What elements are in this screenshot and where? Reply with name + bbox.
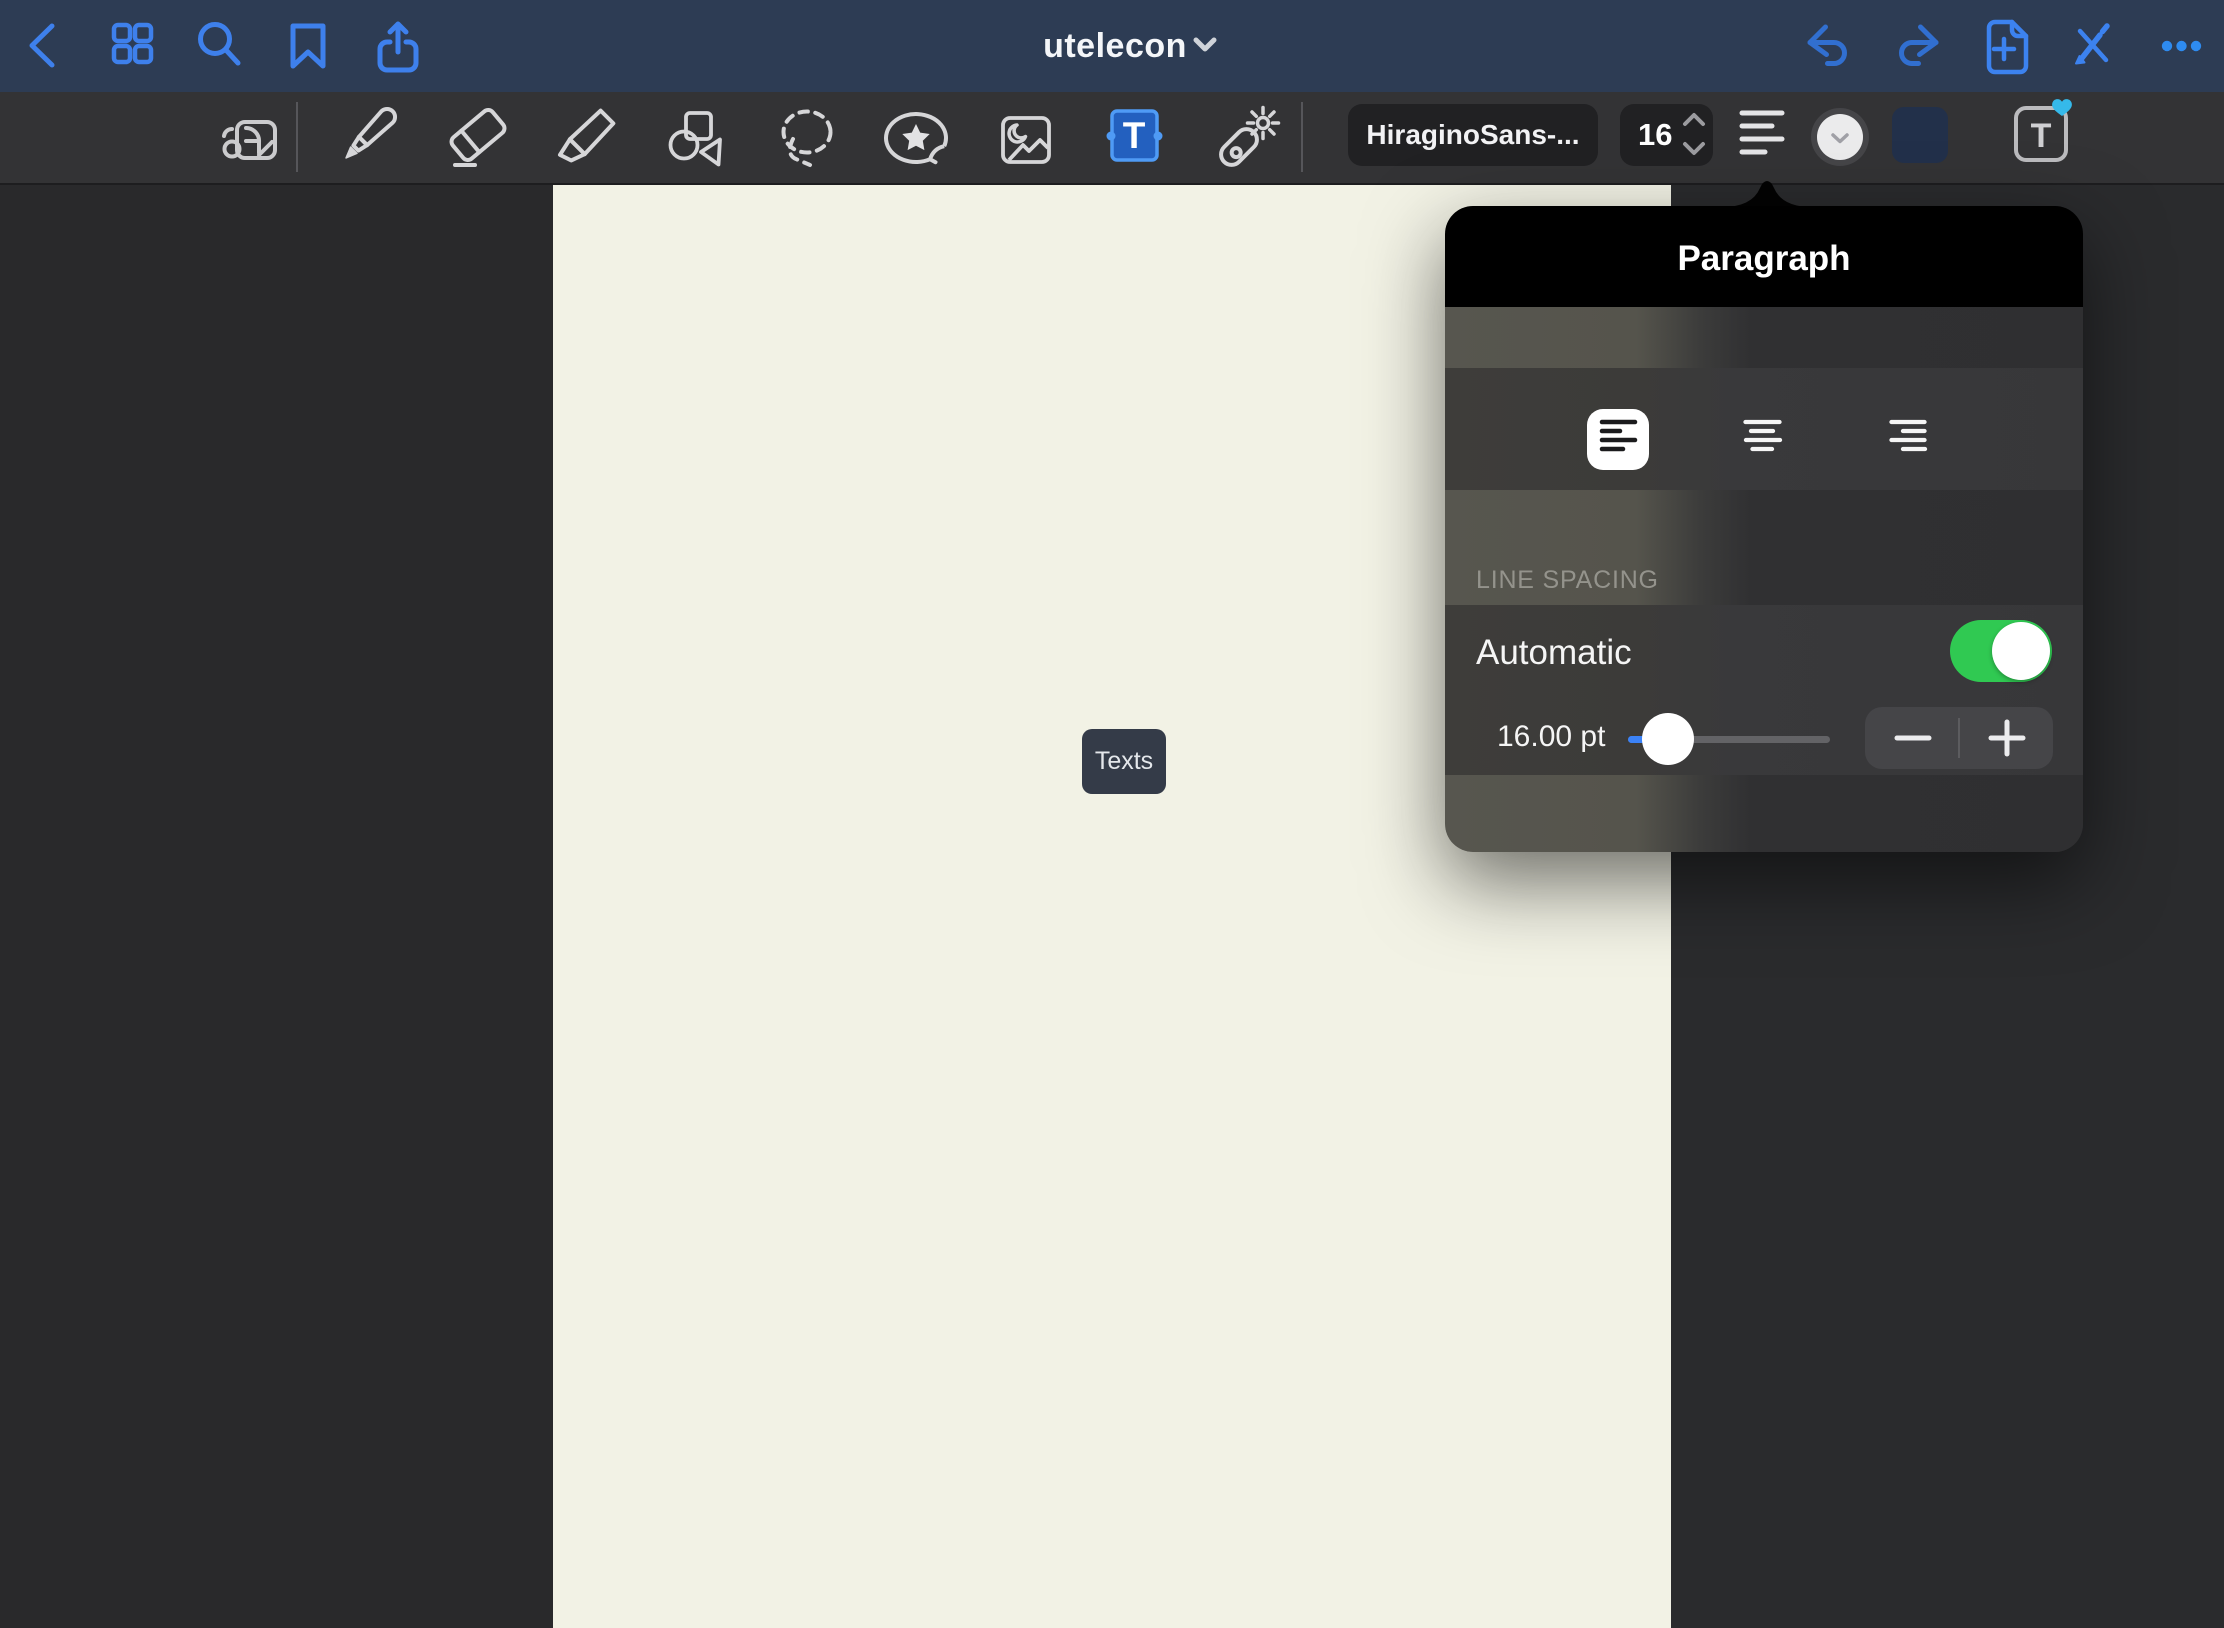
svg-text:T: T: [1123, 115, 1146, 156]
svg-text:T: T: [2031, 117, 2052, 155]
